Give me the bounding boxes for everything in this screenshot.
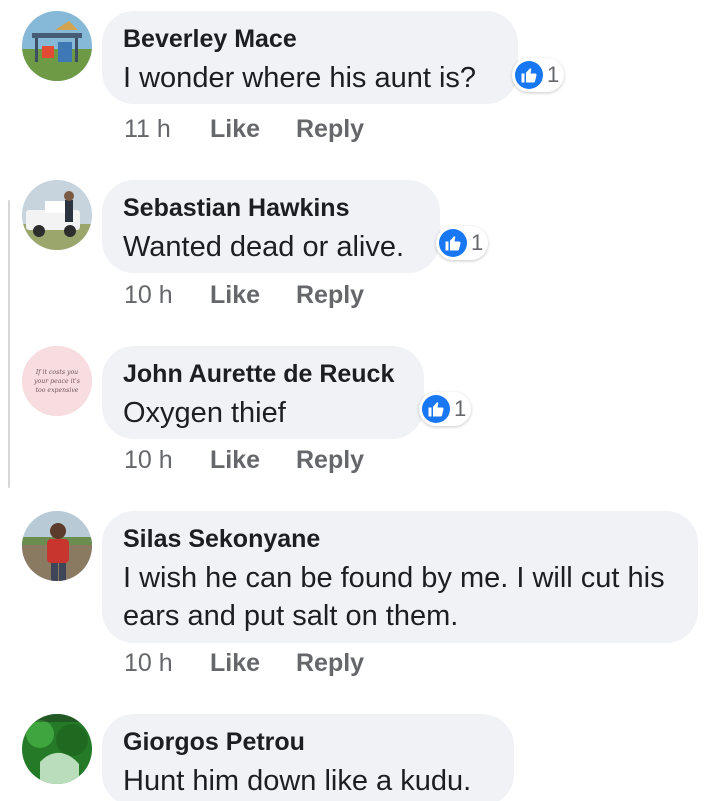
reaction-count: 1 xyxy=(471,230,484,255)
reply-link[interactable]: Reply xyxy=(296,648,364,678)
comment-text: I wish he can be found by me. I will cut… xyxy=(123,562,665,632)
comment-text: Wanted dead or alive. xyxy=(123,231,405,263)
comment-meta: 10 h Like Reply xyxy=(124,445,364,475)
comment-author[interactable]: Sebastian Hawkins xyxy=(123,192,418,224)
comment-meta: 10 h Like Reply xyxy=(124,280,364,310)
truck-photo-icon[interactable] xyxy=(22,180,92,250)
comment-text: Hunt him down like a kudu. xyxy=(123,765,472,797)
like-link[interactable]: Like xyxy=(210,445,296,475)
comment-timestamp[interactable]: 10 h xyxy=(124,280,210,310)
handwritten-quote-icon[interactable]: If it costs you your peace it's too expe… xyxy=(22,346,92,416)
playground-photo-icon[interactable] xyxy=(22,11,92,81)
comment-timestamp[interactable]: 10 h xyxy=(124,648,210,678)
avatar-quote-line: If it costs you xyxy=(35,369,78,376)
like-link[interactable]: Like xyxy=(210,280,296,310)
comment-author[interactable]: Silas Sekonyane xyxy=(123,523,676,555)
reply-link[interactable]: Reply xyxy=(296,114,364,144)
comment-meta: 11 h Like Reply xyxy=(124,114,364,144)
person-photo-icon[interactable] xyxy=(22,511,92,581)
reaction-count: 1 xyxy=(454,396,467,421)
comment-bubble: Beverley Mace I wonder where his aunt is… xyxy=(102,11,518,104)
comment-author[interactable]: John Aurette de Reuck xyxy=(123,358,402,390)
reaction-badge[interactable]: 1 xyxy=(419,392,472,426)
reaction-badge[interactable]: 1 xyxy=(512,58,565,92)
like-icon xyxy=(515,61,543,89)
reply-link[interactable]: Reply xyxy=(296,280,364,310)
avatar-quote-line: your peace it's xyxy=(33,378,80,385)
like-link[interactable]: Like xyxy=(210,114,296,144)
comment-text: I wonder where his aunt is? xyxy=(123,62,477,94)
reply-link[interactable]: Reply xyxy=(296,445,364,475)
comment-bubble: Giorgos Petrou Hunt him down like a kudu… xyxy=(102,714,514,801)
reaction-badge[interactable]: 1 xyxy=(436,226,489,260)
green-photo-icon[interactable] xyxy=(22,714,92,784)
comment-meta: 10 h Like Reply xyxy=(124,648,364,678)
comment-bubble: Silas Sekonyane I wish he can be found b… xyxy=(102,511,698,643)
like-icon xyxy=(439,229,467,257)
comment-timestamp[interactable]: 11 h xyxy=(124,114,210,144)
comment-author[interactable]: Beverley Mace xyxy=(123,23,496,55)
comment-text: Oxygen thief xyxy=(123,397,286,429)
avatar-quote-line: too expensive xyxy=(36,387,79,394)
like-link[interactable]: Like xyxy=(210,648,296,678)
reaction-count: 1 xyxy=(547,62,560,87)
comment-bubble: Sebastian Hawkins Wanted dead or alive. xyxy=(102,180,440,273)
comment-thread: Beverley Mace I wonder where his aunt is… xyxy=(0,0,720,801)
comment-author[interactable]: Giorgos Petrou xyxy=(123,726,492,758)
comment-bubble: John Aurette de Reuck Oxygen thief xyxy=(102,346,424,439)
like-icon xyxy=(422,395,450,423)
left-divider xyxy=(8,200,10,488)
comment-timestamp[interactable]: 10 h xyxy=(124,445,210,475)
